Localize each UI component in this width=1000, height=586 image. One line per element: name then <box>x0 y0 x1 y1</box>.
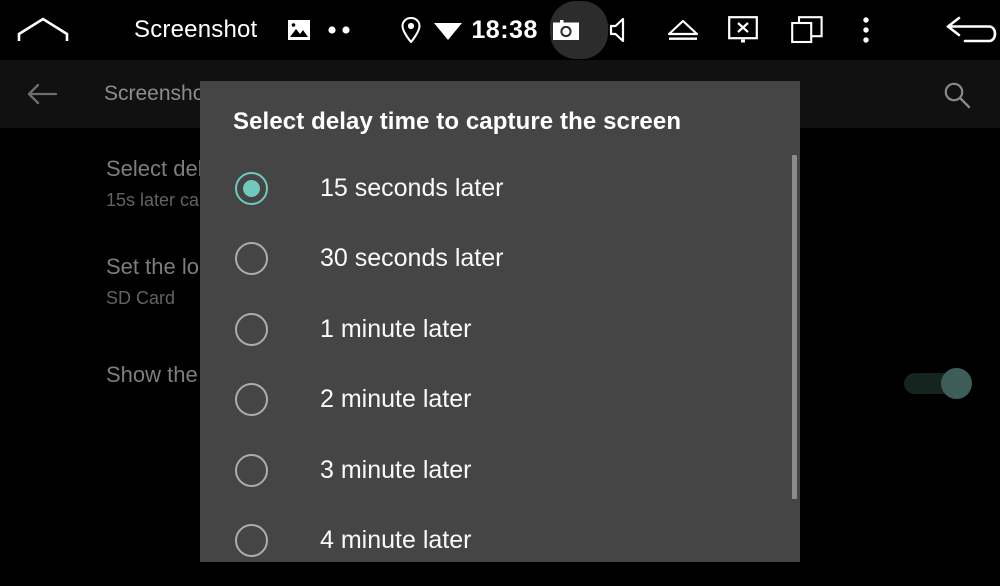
radio-button-icon[interactable] <box>235 524 268 558</box>
radio-ring <box>235 312 268 346</box>
scrollbar-thumb[interactable] <box>792 155 797 499</box>
gallery-icon[interactable] <box>277 0 321 60</box>
eject-icon[interactable] <box>656 0 710 60</box>
option-label: 30 seconds later <box>320 244 504 273</box>
overflow-menu-icon[interactable] <box>846 0 886 60</box>
radio-button-icon[interactable] <box>235 242 268 276</box>
system-bar-title: Screenshot <box>134 16 258 43</box>
option-label: 4 minute later <box>320 526 472 555</box>
radio-option-1-minute[interactable]: 1 minute later <box>200 294 800 365</box>
radio-option-3-minute[interactable]: 3 minute later <box>200 435 800 506</box>
radio-button-icon[interactable] <box>235 312 268 346</box>
home-icon[interactable] <box>8 0 78 60</box>
radio-ring <box>235 453 268 487</box>
radio-dot <box>243 179 260 197</box>
recent-windows-icon[interactable] <box>780 0 834 60</box>
location-pin-icon <box>393 0 429 60</box>
page-title: Screenshot <box>104 82 211 105</box>
back-arrow-icon[interactable] <box>938 0 1000 60</box>
wifi-icon <box>429 0 467 60</box>
radio-button-icon[interactable] <box>235 453 268 487</box>
radio-ring <box>235 524 268 558</box>
toggle-thumb <box>941 368 972 399</box>
more-dots-icon[interactable] <box>321 0 357 60</box>
radio-button-icon[interactable] <box>235 383 268 417</box>
radio-ring <box>235 383 268 417</box>
radio-option-30-seconds[interactable]: 30 seconds later <box>200 224 800 295</box>
screen-off-icon[interactable] <box>716 0 770 60</box>
system-navigation-bar: Screenshot 18:38 <box>0 0 1000 60</box>
option-label: 3 minute later <box>320 455 472 484</box>
delay-time-dialog: Select delay time to capture the screen … <box>200 81 800 562</box>
search-icon[interactable] <box>936 74 978 116</box>
option-label: 15 seconds later <box>320 173 504 202</box>
radio-option-list[interactable]: 15 seconds later 30 seconds later 1 minu… <box>200 153 800 562</box>
camera-icon[interactable] <box>549 1 608 59</box>
radio-ring <box>235 242 268 276</box>
dialog-title: Select delay time to capture the screen <box>233 108 682 135</box>
arrow-back-icon[interactable] <box>20 72 64 116</box>
option-label: 1 minute later <box>320 314 472 343</box>
screen-root: Screenshot 18:38 Screenshot Select 15s l… <box>0 0 1000 586</box>
radio-option-4-minute[interactable]: 4 minute later <box>200 506 800 563</box>
radio-option-15-seconds[interactable]: 15 seconds later <box>200 153 800 224</box>
radio-option-2-minute[interactable]: 2 minute later <box>200 365 800 436</box>
scrollbar[interactable] <box>792 155 798 562</box>
system-clock: 18:38 <box>471 15 538 44</box>
floating-button-toggle[interactable] <box>904 368 972 399</box>
option-label: 2 minute later <box>320 385 472 414</box>
radio-button-icon[interactable] <box>235 171 268 205</box>
